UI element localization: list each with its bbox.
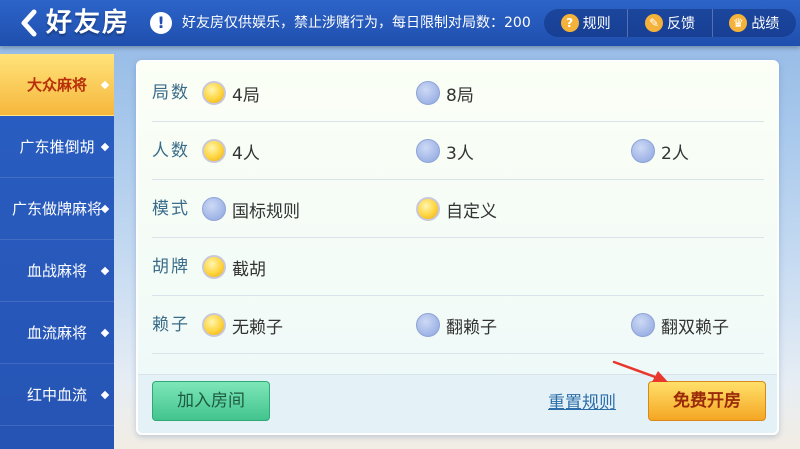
- sidebar-item-guangdong-zuopai[interactable]: 广东做牌麻将: [0, 178, 114, 240]
- row-label: 人数: [152, 141, 190, 161]
- radio-icon: [202, 197, 226, 221]
- notice-icon: !: [150, 12, 172, 34]
- radio-icon: [416, 313, 440, 337]
- diamond-icon: [100, 80, 110, 90]
- sidebar-item-label: 广东做牌麻将: [11, 200, 102, 218]
- option-label: 国标规则: [232, 201, 300, 222]
- feedback-label: 反馈: [666, 16, 695, 32]
- hu-row: 胡牌 截胡: [152, 238, 764, 296]
- edit-icon: ✎: [644, 14, 663, 32]
- wildcard-row: 赖子 无赖子 翻赖子 翻双赖子: [152, 296, 764, 354]
- option-label: 翻双赖子: [661, 317, 729, 338]
- arrow-annotation-icon: [612, 360, 668, 382]
- radio-icon: [631, 139, 655, 163]
- option-label: 2人: [661, 143, 689, 164]
- radio-icon: [631, 313, 655, 337]
- radio-selected-icon: [202, 255, 226, 279]
- back-button[interactable]: [14, 6, 44, 40]
- sidebar-item-xueliu[interactable]: 血流麻将: [0, 302, 114, 364]
- option-4-rounds[interactable]: 4局: [202, 80, 260, 106]
- sidebar-item-dazhong[interactable]: 大众麻将: [0, 54, 114, 116]
- radio-icon: [416, 139, 440, 163]
- join-room-button[interactable]: 加入房间: [152, 381, 270, 421]
- trophy-icon: ♛: [729, 14, 748, 32]
- option-label: 8局: [446, 85, 474, 106]
- option-label: 翻赖子: [446, 317, 497, 338]
- notice-text: 好友房仅供娱乐，禁止涉赌行为，每日限制对局数：200: [182, 15, 531, 31]
- option-no-wildcard[interactable]: 无赖子: [202, 312, 283, 338]
- diamond-icon: [100, 142, 110, 152]
- radio-icon: [416, 81, 440, 105]
- sidebar-item-guangdong-tuidaohu[interactable]: 广东推倒胡: [0, 116, 114, 178]
- option-custom[interactable]: 自定义: [416, 196, 497, 222]
- option-flip-double-wildcard[interactable]: 翻双赖子: [631, 312, 729, 338]
- record-label: 战绩: [751, 16, 780, 32]
- create-room-button[interactable]: 免费开房: [648, 381, 766, 421]
- option-label: 无赖子: [232, 317, 283, 338]
- diamond-icon: [100, 390, 110, 400]
- game-type-sidebar: 大众麻将 广东推倒胡 广东做牌麻将 血战麻将 血流麻将 红中血流: [0, 54, 114, 449]
- row-label: 模式: [152, 199, 190, 219]
- option-jiehu[interactable]: 截胡: [202, 254, 266, 280]
- rules-label: 规则: [582, 16, 611, 32]
- diamond-icon: [100, 328, 110, 338]
- sidebar-item-label: 大众麻将: [26, 76, 87, 94]
- diamond-icon: [100, 204, 110, 214]
- sidebar-item-label: 红中血流: [26, 386, 87, 404]
- radio-selected-icon: [416, 197, 440, 221]
- chevron-left-icon: [21, 9, 37, 37]
- option-8-rounds[interactable]: 8局: [416, 80, 474, 106]
- reset-rules-link[interactable]: 重置规则: [548, 391, 616, 415]
- diamond-icon: [100, 266, 110, 276]
- option-label: 自定义: [446, 201, 497, 222]
- option-label: 4人: [232, 143, 260, 164]
- top-bar: 好友房 ! 好友房仅供娱乐，禁止涉赌行为，每日限制对局数：200 ? 规则 ✎ …: [0, 0, 800, 46]
- action-bar: 加入房间 重置规则 免费开房: [138, 374, 777, 433]
- option-label: 4局: [232, 85, 260, 106]
- sidebar-item-hongzhong-xueliu[interactable]: 红中血流: [0, 364, 114, 426]
- sidebar-item-xuezhan[interactable]: 血战麻将: [0, 240, 114, 302]
- record-button[interactable]: ♛ 战绩: [711, 9, 796, 37]
- page-title: 好友房: [46, 8, 131, 38]
- radio-selected-icon: [202, 81, 226, 105]
- option-flip-wildcard[interactable]: 翻赖子: [416, 312, 497, 338]
- rounds-row: 局数 4局 8局: [152, 64, 764, 122]
- mode-row: 模式 国标规则 自定义: [152, 180, 764, 238]
- option-3-players[interactable]: 3人: [416, 138, 474, 164]
- feedback-button[interactable]: ✎ 反馈: [627, 9, 711, 37]
- top-actions: ? 规则 ✎ 反馈 ♛ 战绩: [544, 9, 796, 37]
- option-label: 3人: [446, 143, 474, 164]
- option-label: 截胡: [232, 259, 266, 280]
- option-2-players[interactable]: 2人: [631, 138, 689, 164]
- radio-selected-icon: [202, 313, 226, 337]
- question-icon: ?: [560, 14, 579, 32]
- sidebar-item-label: 广东推倒胡: [19, 138, 95, 156]
- option-4-players[interactable]: 4人: [202, 138, 260, 164]
- row-label: 赖子: [152, 315, 190, 335]
- rules-button[interactable]: ? 规则: [544, 9, 627, 37]
- room-settings-panel: 局数 4局 8局 人数 4人 3人 2人 模式 国标规则 自定义 胡牌 截胡 赖…: [136, 60, 779, 435]
- players-row: 人数 4人 3人 2人: [152, 122, 764, 180]
- row-label: 局数: [152, 83, 190, 103]
- row-label: 胡牌: [152, 257, 190, 277]
- option-guobiao[interactable]: 国标规则: [202, 196, 300, 222]
- sidebar-item-label: 血战麻将: [26, 262, 87, 280]
- radio-selected-icon: [202, 139, 226, 163]
- sidebar-item-label: 血流麻将: [26, 324, 87, 342]
